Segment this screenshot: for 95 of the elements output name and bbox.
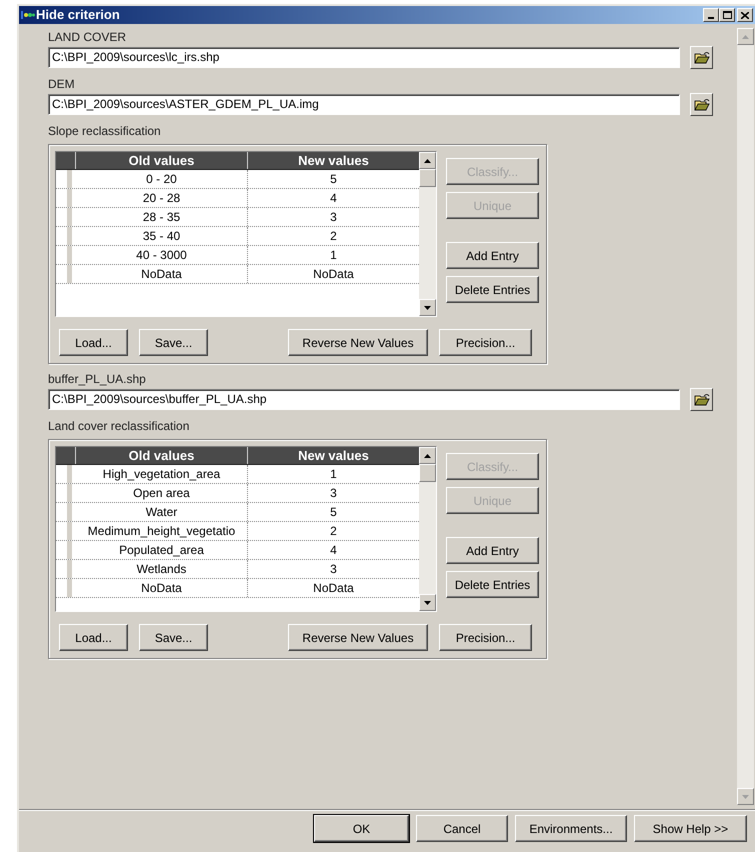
maximize-icon [722,11,732,19]
folder-icon [694,50,710,64]
table-cell-text: 5 [329,504,338,521]
column-header[interactable]: New values [248,152,419,169]
scrollbar[interactable] [419,152,436,316]
table-cell-text: NoData [312,266,355,283]
field-label: Slope reclassification [48,123,161,140]
side-button[interactable]: Add Entry [446,537,539,564]
up-arrow-icon [424,454,431,458]
scroll-thumb[interactable] [419,169,436,187]
scrollbar[interactable] [419,447,436,611]
bottom-button[interactable]: Reverse New Values [288,329,428,356]
table-cell-text: 3 [329,485,338,502]
down-arrow-icon [742,794,749,798]
path-field[interactable]: C:\BPI_2009\sources\buffer_PL_UA.shp [48,389,680,410]
table-cell-text: NoData [312,580,355,597]
column-header[interactable]: Old values [76,152,248,169]
table-cell: High_vegetation_area [76,465,248,483]
table-cell: 20 - 28 [76,189,248,207]
up-arrow-icon [742,34,749,38]
scroll-thumb[interactable] [419,464,436,482]
table-cell: Populated_area [76,541,248,559]
app-icon [21,9,35,21]
close-icon [741,12,749,18]
browse-button[interactable] [690,46,713,69]
scroll-up-button[interactable] [419,447,436,464]
folder-icon [694,392,710,406]
field-label: LAND COVER [48,29,126,46]
table-cell-text: 2 [329,228,338,245]
row-handle[interactable] [66,484,74,502]
table-cell-text: 2 [329,523,338,540]
bottom-button[interactable]: Reverse New Values [288,624,428,651]
bottom-button[interactable]: Precision... [439,624,532,651]
path-field[interactable]: C:\BPI_2009\sources\ASTER_GDEM_PL_UA.img [48,94,680,115]
table-cell: NoData [76,265,248,283]
bottom-button[interactable]: Save... [139,329,208,356]
table-cell: 28 - 35 [76,208,248,226]
table-cell-text: 4 [329,190,338,207]
field-label: DEM [48,76,75,93]
scroll-down-button[interactable] [419,299,436,316]
column-header[interactable]: Old values [76,447,248,464]
side-button[interactable]: Delete Entries [446,571,539,598]
column-header[interactable]: New values [248,447,419,464]
field-label: buffer_PL_UA.shp [48,371,146,388]
row-handle[interactable] [66,465,74,483]
minimize-icon [708,17,714,19]
table-cell-text: 1 [329,247,338,264]
maximize-button[interactable] [719,8,735,22]
row-handle[interactable] [66,170,74,188]
folder-icon [694,98,710,112]
footer-button[interactable]: Environments... [515,815,627,842]
window-title: Hide criterion [36,6,120,24]
table-cell: Wetlands [76,560,248,578]
down-arrow-icon [424,600,431,604]
bottom-button[interactable]: Load... [59,329,128,356]
table-cell: Water [76,503,248,521]
footer-button[interactable]: OK [314,815,409,842]
table-cell: 40 - 3000 [76,246,248,264]
bottom-button[interactable]: Precision... [439,329,532,356]
table-cell-text: 4 [329,542,338,559]
close-button[interactable] [737,8,753,22]
row-handle[interactable] [66,541,74,559]
table-cell: 0 - 20 [76,170,248,188]
row-handle[interactable] [66,579,74,597]
field-label: Land cover reclassification [48,418,190,435]
row-handle[interactable] [66,560,74,578]
scroll-up-button[interactable] [419,152,436,169]
row-handle[interactable] [66,246,74,264]
footer-button[interactable]: Cancel [416,815,508,842]
minimize-button[interactable] [703,8,719,22]
table-cell-text: 5 [329,171,338,188]
scroll-down-button[interactable] [419,594,436,611]
table-cell: Medimum_height_vegetatio [76,522,248,540]
row-handle[interactable] [66,503,74,521]
bottom-button[interactable]: Load... [59,624,128,651]
row-handle[interactable] [66,227,74,245]
table-cell-text: 1 [329,466,338,483]
table-cell-text: 3 [329,209,338,226]
footer-button[interactable]: Show Help >> [634,815,747,842]
side-button[interactable]: Add Entry [446,242,539,269]
table-cell: 35 - 40 [76,227,248,245]
row-handle[interactable] [66,189,74,207]
table-cell-text: 3 [329,561,338,578]
row-handle[interactable] [66,522,74,540]
bottom-button[interactable]: Save... [139,624,208,651]
row-handle[interactable] [66,208,74,226]
row-handle[interactable] [66,265,74,283]
path-field[interactable]: C:\BPI_2009\sources\lc_irs.shp [48,47,680,68]
browse-button[interactable] [690,388,713,411]
table-cell: NoData [76,579,248,597]
up-arrow-icon [424,158,431,162]
table-cell: Open area [76,484,248,502]
browse-button[interactable] [690,93,713,116]
side-button[interactable]: Delete Entries [446,276,539,303]
down-arrow-icon [424,306,431,310]
